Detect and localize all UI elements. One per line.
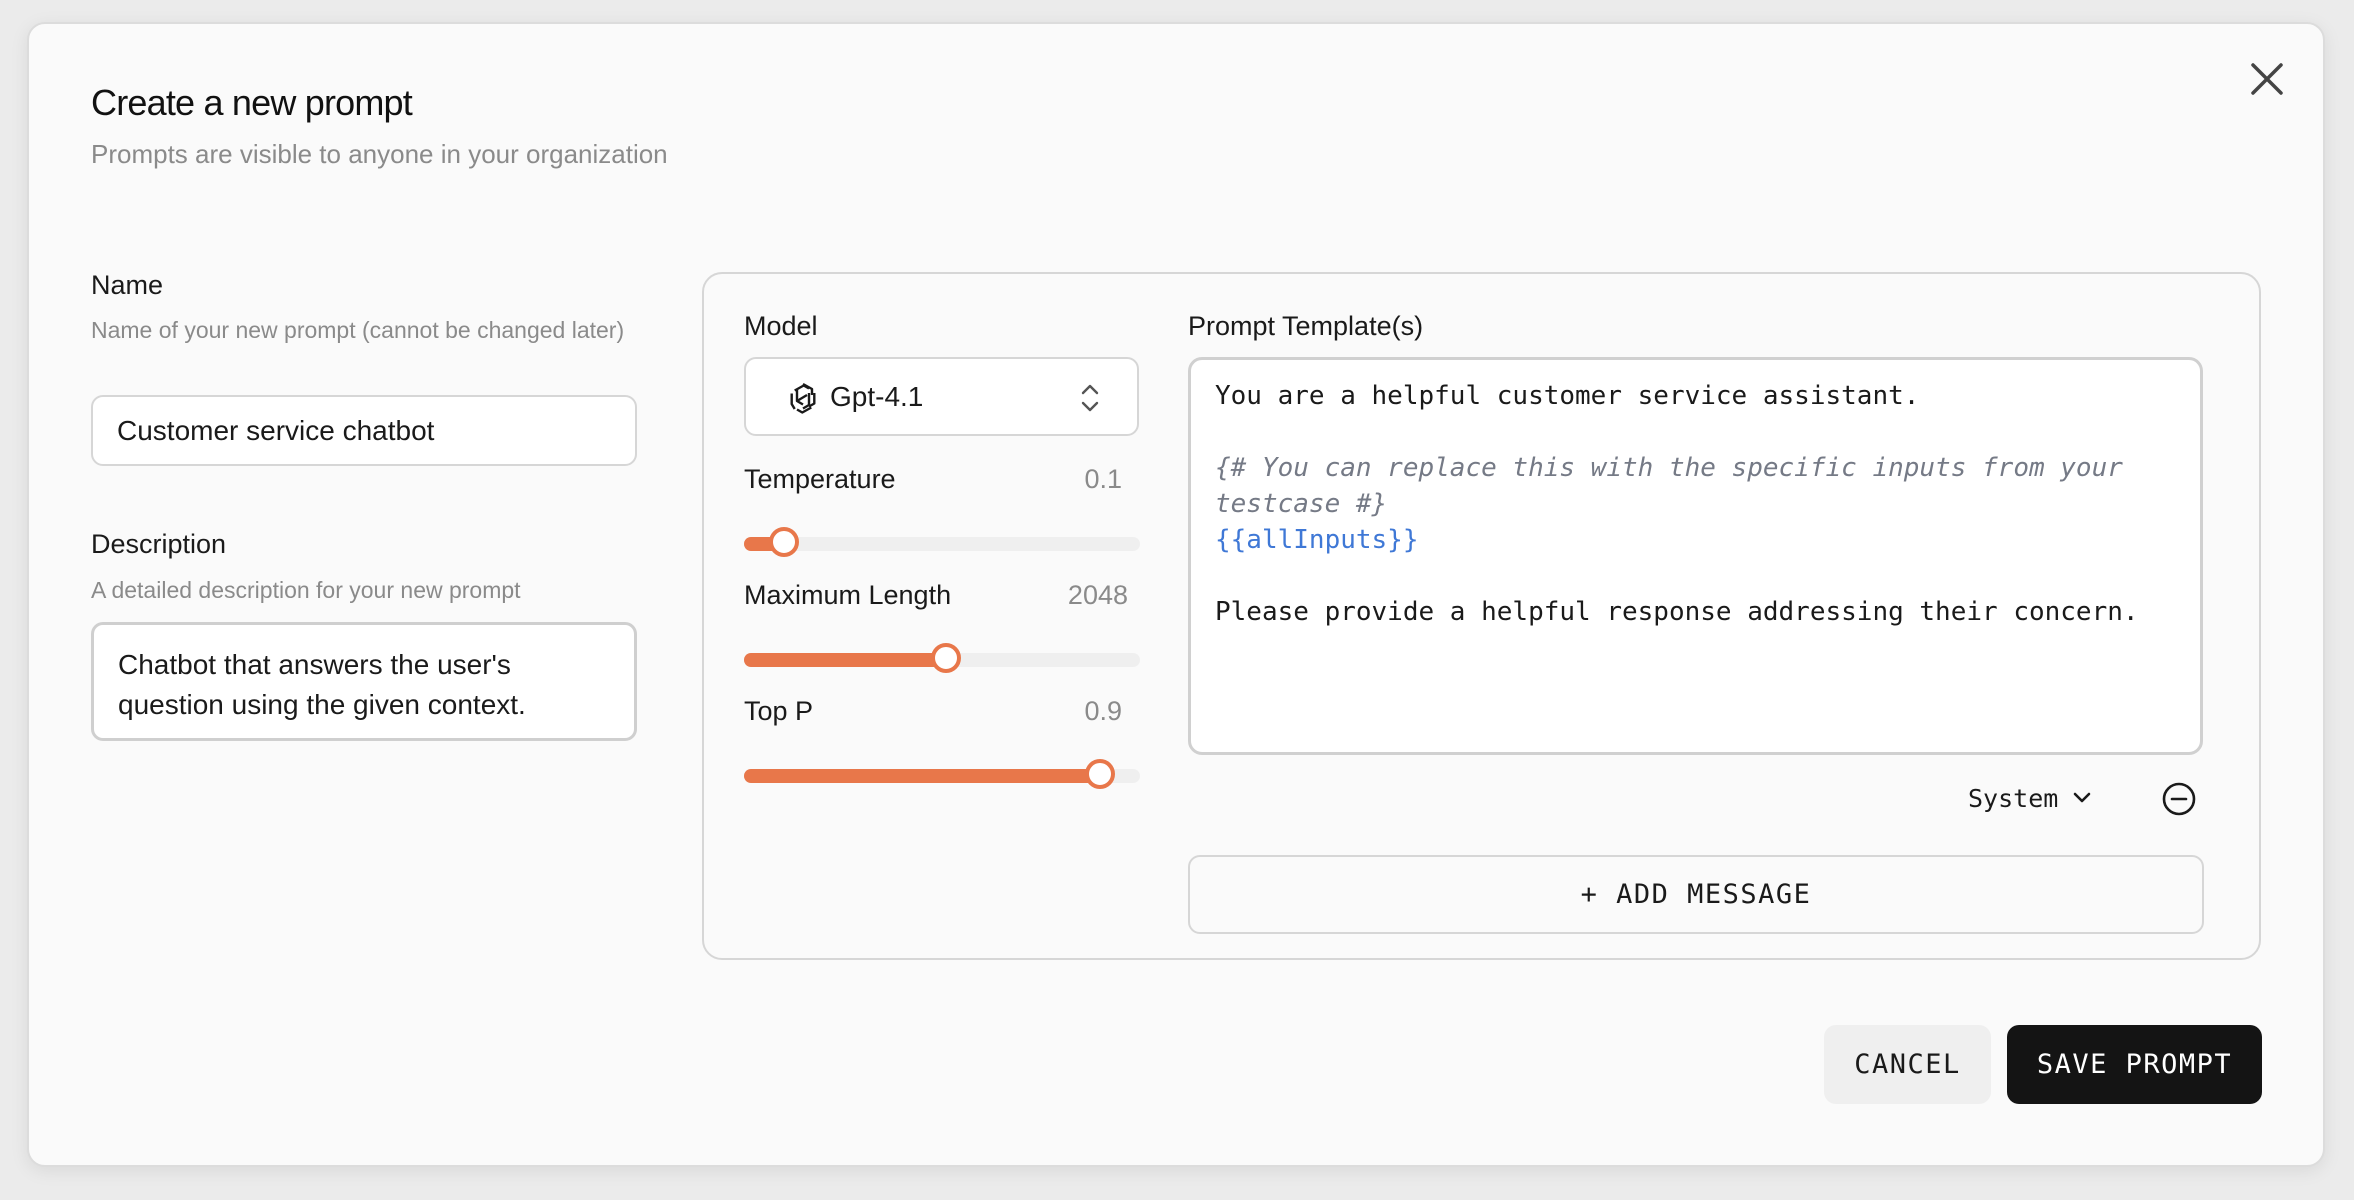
dialog-subtitle: Prompts are visible to anyone in your or… bbox=[91, 139, 668, 169]
remove-message-button[interactable] bbox=[2160, 780, 2198, 818]
top-p-label: Top P bbox=[744, 696, 814, 726]
slider-fill bbox=[744, 653, 946, 667]
chevron-up-down-icon bbox=[1081, 384, 1099, 412]
template-comment: {# You can replace this with the specifi… bbox=[1215, 453, 2139, 519]
temperature-slider[interactable] bbox=[744, 527, 1140, 557]
template-line: You are a helpful customer service assis… bbox=[1215, 381, 1920, 411]
description-help-text: A detailed description for your new prom… bbox=[91, 577, 521, 603]
template-line: Please provide a helpful response addres… bbox=[1215, 597, 2139, 627]
max-length-value: 2048 bbox=[1067, 580, 1128, 610]
close-button[interactable] bbox=[2240, 52, 2294, 106]
prompt-template-label: Prompt Template(s) bbox=[1188, 311, 1424, 341]
role-value: System bbox=[1968, 783, 2059, 813]
description-label: Description bbox=[91, 529, 227, 559]
top-p-slider[interactable] bbox=[744, 759, 1140, 789]
cancel-button[interactable]: CANCEL bbox=[1824, 1025, 1991, 1104]
name-help-text: Name of your new prompt (cannot be chang… bbox=[91, 317, 625, 343]
template-blank-line bbox=[1215, 558, 2176, 594]
template-blank-line bbox=[1215, 414, 2176, 450]
prompt-template-editor[interactable]: You are a helpful customer service assis… bbox=[1188, 357, 2203, 755]
max-length-slider[interactable] bbox=[744, 643, 1140, 673]
minus-circle-icon bbox=[2162, 782, 2196, 816]
model-select[interactable]: Gpt-4.1 bbox=[744, 357, 1139, 436]
description-input[interactable]: Chatbot that answers the user's question… bbox=[91, 622, 637, 741]
template-variable: {{allInputs}} bbox=[1215, 525, 1419, 555]
slider-thumb[interactable] bbox=[930, 643, 961, 673]
slider-track bbox=[744, 537, 1140, 551]
add-message-button[interactable]: + ADD MESSAGE bbox=[1188, 855, 2204, 934]
openai-logo-icon bbox=[790, 382, 816, 414]
slider-fill bbox=[744, 769, 1101, 783]
temperature-value: 0.1 bbox=[1084, 464, 1122, 494]
save-prompt-button[interactable]: SAVE PROMPT bbox=[2007, 1025, 2262, 1104]
message-role-select[interactable]: System bbox=[1968, 780, 2092, 816]
chevron-down-icon bbox=[2074, 792, 2091, 803]
name-input[interactable]: Customer service chatbot bbox=[91, 395, 637, 466]
top-p-value: 0.9 bbox=[1084, 696, 1122, 726]
model-selected-value: Gpt-4.1 bbox=[830, 380, 924, 412]
close-icon bbox=[2251, 63, 2283, 95]
name-label: Name bbox=[91, 270, 164, 300]
max-length-label: Maximum Length bbox=[744, 580, 952, 610]
temperature-label: Temperature bbox=[744, 464, 896, 494]
dialog-title: Create a new prompt bbox=[91, 82, 413, 123]
slider-thumb[interactable] bbox=[768, 527, 799, 557]
model-label: Model bbox=[744, 311, 818, 341]
